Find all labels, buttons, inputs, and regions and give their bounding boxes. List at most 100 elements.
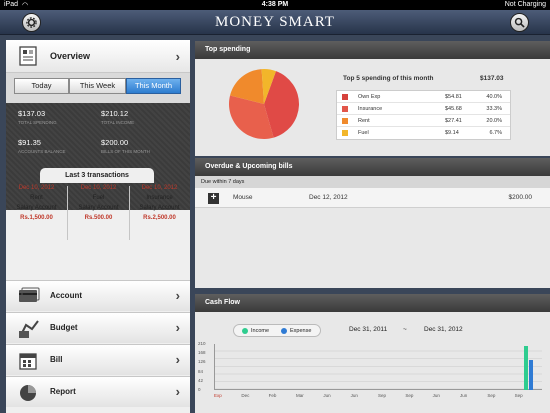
x-tick-label: Jun bbox=[350, 393, 358, 398]
table-row[interactable]: Rent $27.41 20.0% bbox=[337, 115, 510, 127]
to-date[interactable]: Dec 31, 2012 bbox=[424, 326, 463, 333]
transaction-item[interactable]: Dec 10, 2012 Insurance Salary Account Rs… bbox=[129, 183, 190, 243]
row-name: Fuel bbox=[358, 130, 369, 136]
transaction-amount: Rs.500.00 bbox=[84, 215, 113, 221]
menu-budget[interactable]: Budget › bbox=[6, 312, 190, 343]
stat-total-spending: $137.03 TOTAL SPENDING bbox=[18, 109, 57, 125]
nav-bar: MONEY SMART bbox=[0, 10, 550, 35]
income-dot bbox=[242, 328, 248, 334]
row-amount: $27.41 bbox=[445, 118, 462, 124]
credit-card-icon bbox=[19, 287, 40, 302]
stat-label: TOTAL SPENDING bbox=[18, 120, 57, 125]
row-percent: 6.7% bbox=[489, 130, 502, 136]
transaction-amount: Rs.2,500.00 bbox=[143, 215, 176, 221]
x-tick-label: Mar bbox=[296, 393, 304, 398]
stat-total-income: $210.12 TOTAL INCOME bbox=[101, 109, 134, 125]
calendar-icon bbox=[19, 353, 37, 370]
chevron-right-icon: › bbox=[175, 320, 180, 335]
x-tick-label: Sep bbox=[405, 393, 414, 398]
stat-label: BILLS OF THIS MONTH bbox=[101, 149, 150, 154]
pie-chart-icon bbox=[20, 385, 36, 401]
bill-name: Mouse bbox=[233, 194, 253, 201]
cash-flow-plot-area bbox=[214, 344, 542, 390]
transaction-item[interactable]: Dec 10, 2012 Fuel Salary Account Rs.500.… bbox=[68, 183, 129, 243]
spending-pie-chart bbox=[229, 69, 299, 139]
y-tick-label: 168 bbox=[198, 350, 206, 356]
transaction-account: Salary Account bbox=[78, 205, 119, 211]
stat-label: ACCOUNTS BALANCE bbox=[18, 149, 66, 154]
search-icon bbox=[514, 17, 525, 28]
stat-value: $210.12 bbox=[101, 109, 129, 118]
menu-label: Account bbox=[50, 291, 82, 300]
transaction-name: Insurance bbox=[146, 195, 173, 201]
transaction-date: Dec 10, 2012 bbox=[80, 185, 117, 191]
table-row[interactable]: Insurance $45.68 33.3% bbox=[337, 103, 510, 115]
row-percent: 33.3% bbox=[486, 106, 502, 112]
menu-bill[interactable]: Bill › bbox=[6, 344, 190, 375]
menu-report[interactable]: Report › bbox=[6, 376, 190, 407]
transaction-account: Salary Account bbox=[139, 205, 180, 211]
overview-label: Overview bbox=[50, 51, 91, 61]
row-amount: $9.14 bbox=[445, 130, 459, 136]
menu-account[interactable]: Account › bbox=[6, 280, 190, 311]
y-tick-label: 0 bbox=[198, 387, 201, 392]
sidebar: Overview › Today This Week This Month $1… bbox=[6, 40, 190, 413]
period-this-week[interactable]: This Week bbox=[69, 78, 126, 94]
bills-header: Overdue & Upcoming bills bbox=[195, 158, 550, 176]
bill-row[interactable]: + Mouse Dec 12, 2012 $200.00 bbox=[195, 188, 550, 208]
y-tick-label: 126 bbox=[198, 359, 206, 365]
bar-income bbox=[524, 346, 528, 390]
transaction-name: Fuel bbox=[92, 195, 105, 201]
chevron-right-icon: › bbox=[175, 384, 180, 399]
search-button[interactable] bbox=[510, 13, 529, 32]
period-this-month[interactable]: This Month bbox=[126, 78, 181, 94]
top-spending-header: Top spending bbox=[195, 41, 550, 59]
row-percent: 40.0% bbox=[486, 94, 502, 100]
transaction-date: Dec 10, 2012 bbox=[18, 185, 55, 191]
transaction-name: Rent bbox=[30, 195, 43, 201]
table-row[interactable]: Fuel $9.14 6.7% bbox=[337, 127, 510, 139]
clock: 4:38 PM bbox=[261, 1, 289, 8]
x-tick-label: Sep bbox=[378, 393, 387, 398]
x-tick-label: Sep bbox=[487, 393, 496, 398]
transaction-amount: Rs.1,500.00 bbox=[20, 215, 53, 221]
chevron-right-icon: › bbox=[175, 49, 180, 64]
row-amount: $45.68 bbox=[445, 106, 462, 112]
x-tick-label: Sep bbox=[514, 393, 523, 398]
swatch-fuel bbox=[342, 130, 348, 136]
legend-income: Income bbox=[251, 328, 270, 334]
top-spending-panel: Top spending Top 5 spending of this mont… bbox=[195, 41, 550, 156]
last-transactions-title: Last 3 transactions bbox=[40, 168, 154, 183]
cash-flow-header: Cash Flow bbox=[195, 294, 550, 312]
x-tick-label: Exp bbox=[214, 393, 222, 398]
top5-total: $137.03 bbox=[480, 75, 504, 82]
row-name: Insurance bbox=[358, 106, 383, 112]
row-amount: $54.81 bbox=[445, 94, 462, 100]
cash-flow-legend: Income Expense bbox=[233, 324, 321, 337]
swatch-rent bbox=[342, 118, 348, 124]
transaction-item[interactable]: Dec 10, 2012 Rent Salary Account Rs.1,50… bbox=[6, 183, 67, 243]
table-row[interactable]: Own Exp $54.81 40.0% bbox=[337, 91, 510, 103]
add-icon[interactable]: + bbox=[208, 193, 219, 204]
stat-value: $91.35 bbox=[18, 138, 41, 147]
expense-dot bbox=[281, 328, 287, 334]
row-percent: 20.0% bbox=[486, 118, 502, 124]
budget-icon bbox=[19, 320, 39, 338]
due-within-label: Due within 7 days bbox=[195, 176, 550, 188]
x-tick-label: Dec bbox=[241, 393, 250, 398]
stat-label: TOTAL INCOME bbox=[101, 120, 135, 125]
overview-item[interactable]: Overview › bbox=[6, 40, 190, 73]
period-today[interactable]: Today bbox=[14, 78, 69, 94]
y-tick-label: 84 bbox=[198, 368, 204, 374]
menu-label: Bill bbox=[50, 355, 63, 364]
date-separator: ~ bbox=[403, 326, 407, 333]
row-name: Rent bbox=[358, 118, 370, 124]
from-date[interactable]: Dec 31, 2011 bbox=[349, 326, 387, 333]
cash-flow-panel: Cash Flow Income Expense Dec 31, 2011 ~ … bbox=[195, 294, 550, 413]
bar-expense bbox=[529, 359, 533, 390]
legend-expense: Expense bbox=[290, 328, 312, 334]
chevron-right-icon: › bbox=[175, 352, 180, 367]
app-title: MONEY SMART bbox=[215, 14, 335, 30]
row-name: Own Exp bbox=[358, 94, 381, 100]
bill-amount: $200.00 bbox=[508, 194, 533, 201]
